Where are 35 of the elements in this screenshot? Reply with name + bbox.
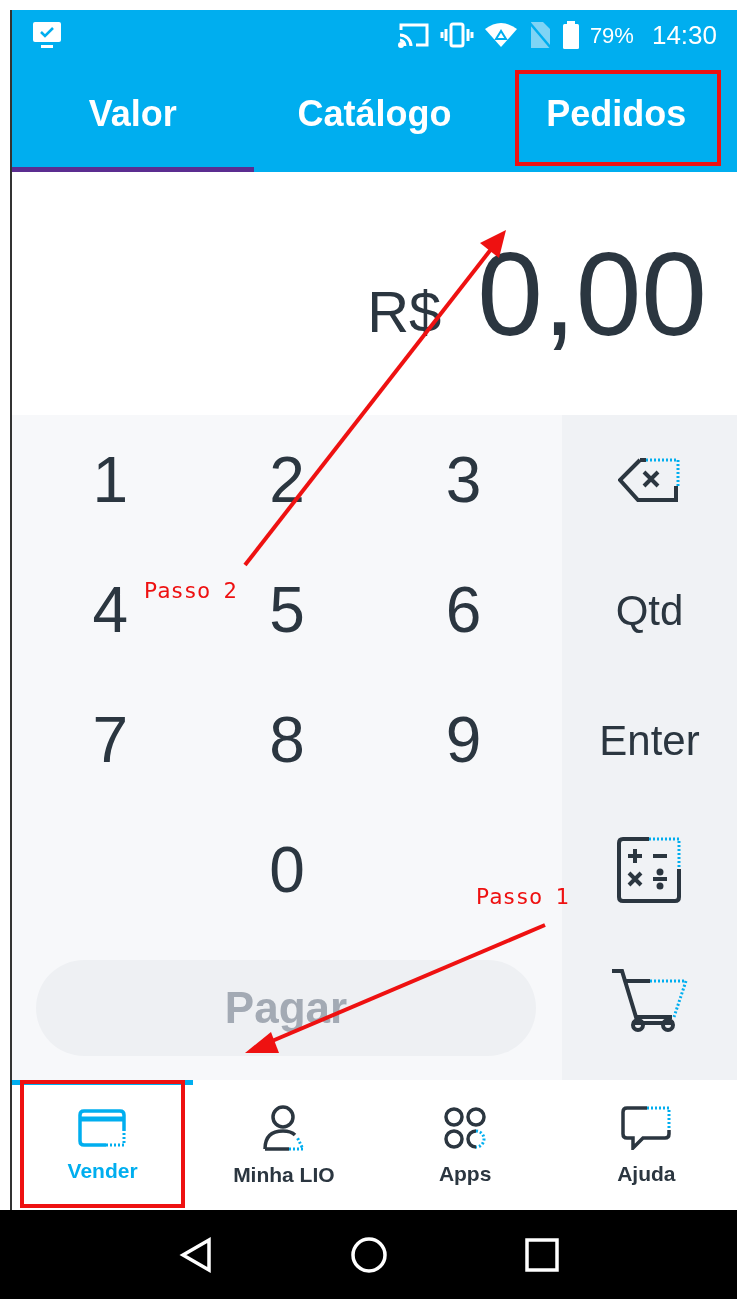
- chat-icon: [621, 1105, 672, 1150]
- vibrate-icon: [439, 22, 474, 48]
- nav-item[interactable]: Minha LIO: [193, 1080, 375, 1210]
- currency-symbol: R$: [367, 278, 442, 346]
- battery-percent: 79%: [589, 21, 634, 50]
- side-key[interactable]: Enter: [599, 708, 700, 772]
- recents-icon[interactable]: [524, 1237, 559, 1272]
- digit-key[interactable]: 4: [76, 578, 145, 642]
- annotation-label: Passo 2: [144, 580, 237, 602]
- wifi-icon: [483, 22, 518, 48]
- side-key[interactable]: Qtd: [615, 578, 684, 642]
- battery-icon: [561, 21, 580, 49]
- calculator-icon: [616, 837, 683, 903]
- digit-key[interactable]: 1: [76, 448, 145, 512]
- backspace-icon: [617, 456, 682, 504]
- digit-key[interactable]: 5: [253, 578, 321, 642]
- digit-key[interactable]: 8: [253, 708, 321, 772]
- digit-key[interactable]: 3: [429, 448, 498, 512]
- digit-key[interactable]: 6: [429, 578, 498, 642]
- digit-key[interactable]: 0: [253, 838, 321, 902]
- clock: 14:30: [651, 18, 717, 52]
- monitor-check-icon: [32, 21, 62, 49]
- home-icon[interactable]: [349, 1235, 388, 1274]
- annotation-label: Passo 1: [476, 886, 569, 908]
- card-icon: [77, 1108, 128, 1147]
- cast-icon: [397, 22, 430, 48]
- digit-key[interactable]: 2: [253, 448, 321, 512]
- apps-icon: [443, 1105, 488, 1150]
- cart-icon: [609, 967, 690, 1033]
- nav-item[interactable]: Apps: [374, 1080, 556, 1210]
- digit-key[interactable]: 9: [429, 708, 498, 772]
- amount-value: 0,00: [477, 234, 707, 353]
- back-icon[interactable]: [178, 1236, 213, 1273]
- nav-item[interactable]: Ajuda: [555, 1080, 737, 1210]
- digit-key[interactable]: 7: [76, 708, 145, 772]
